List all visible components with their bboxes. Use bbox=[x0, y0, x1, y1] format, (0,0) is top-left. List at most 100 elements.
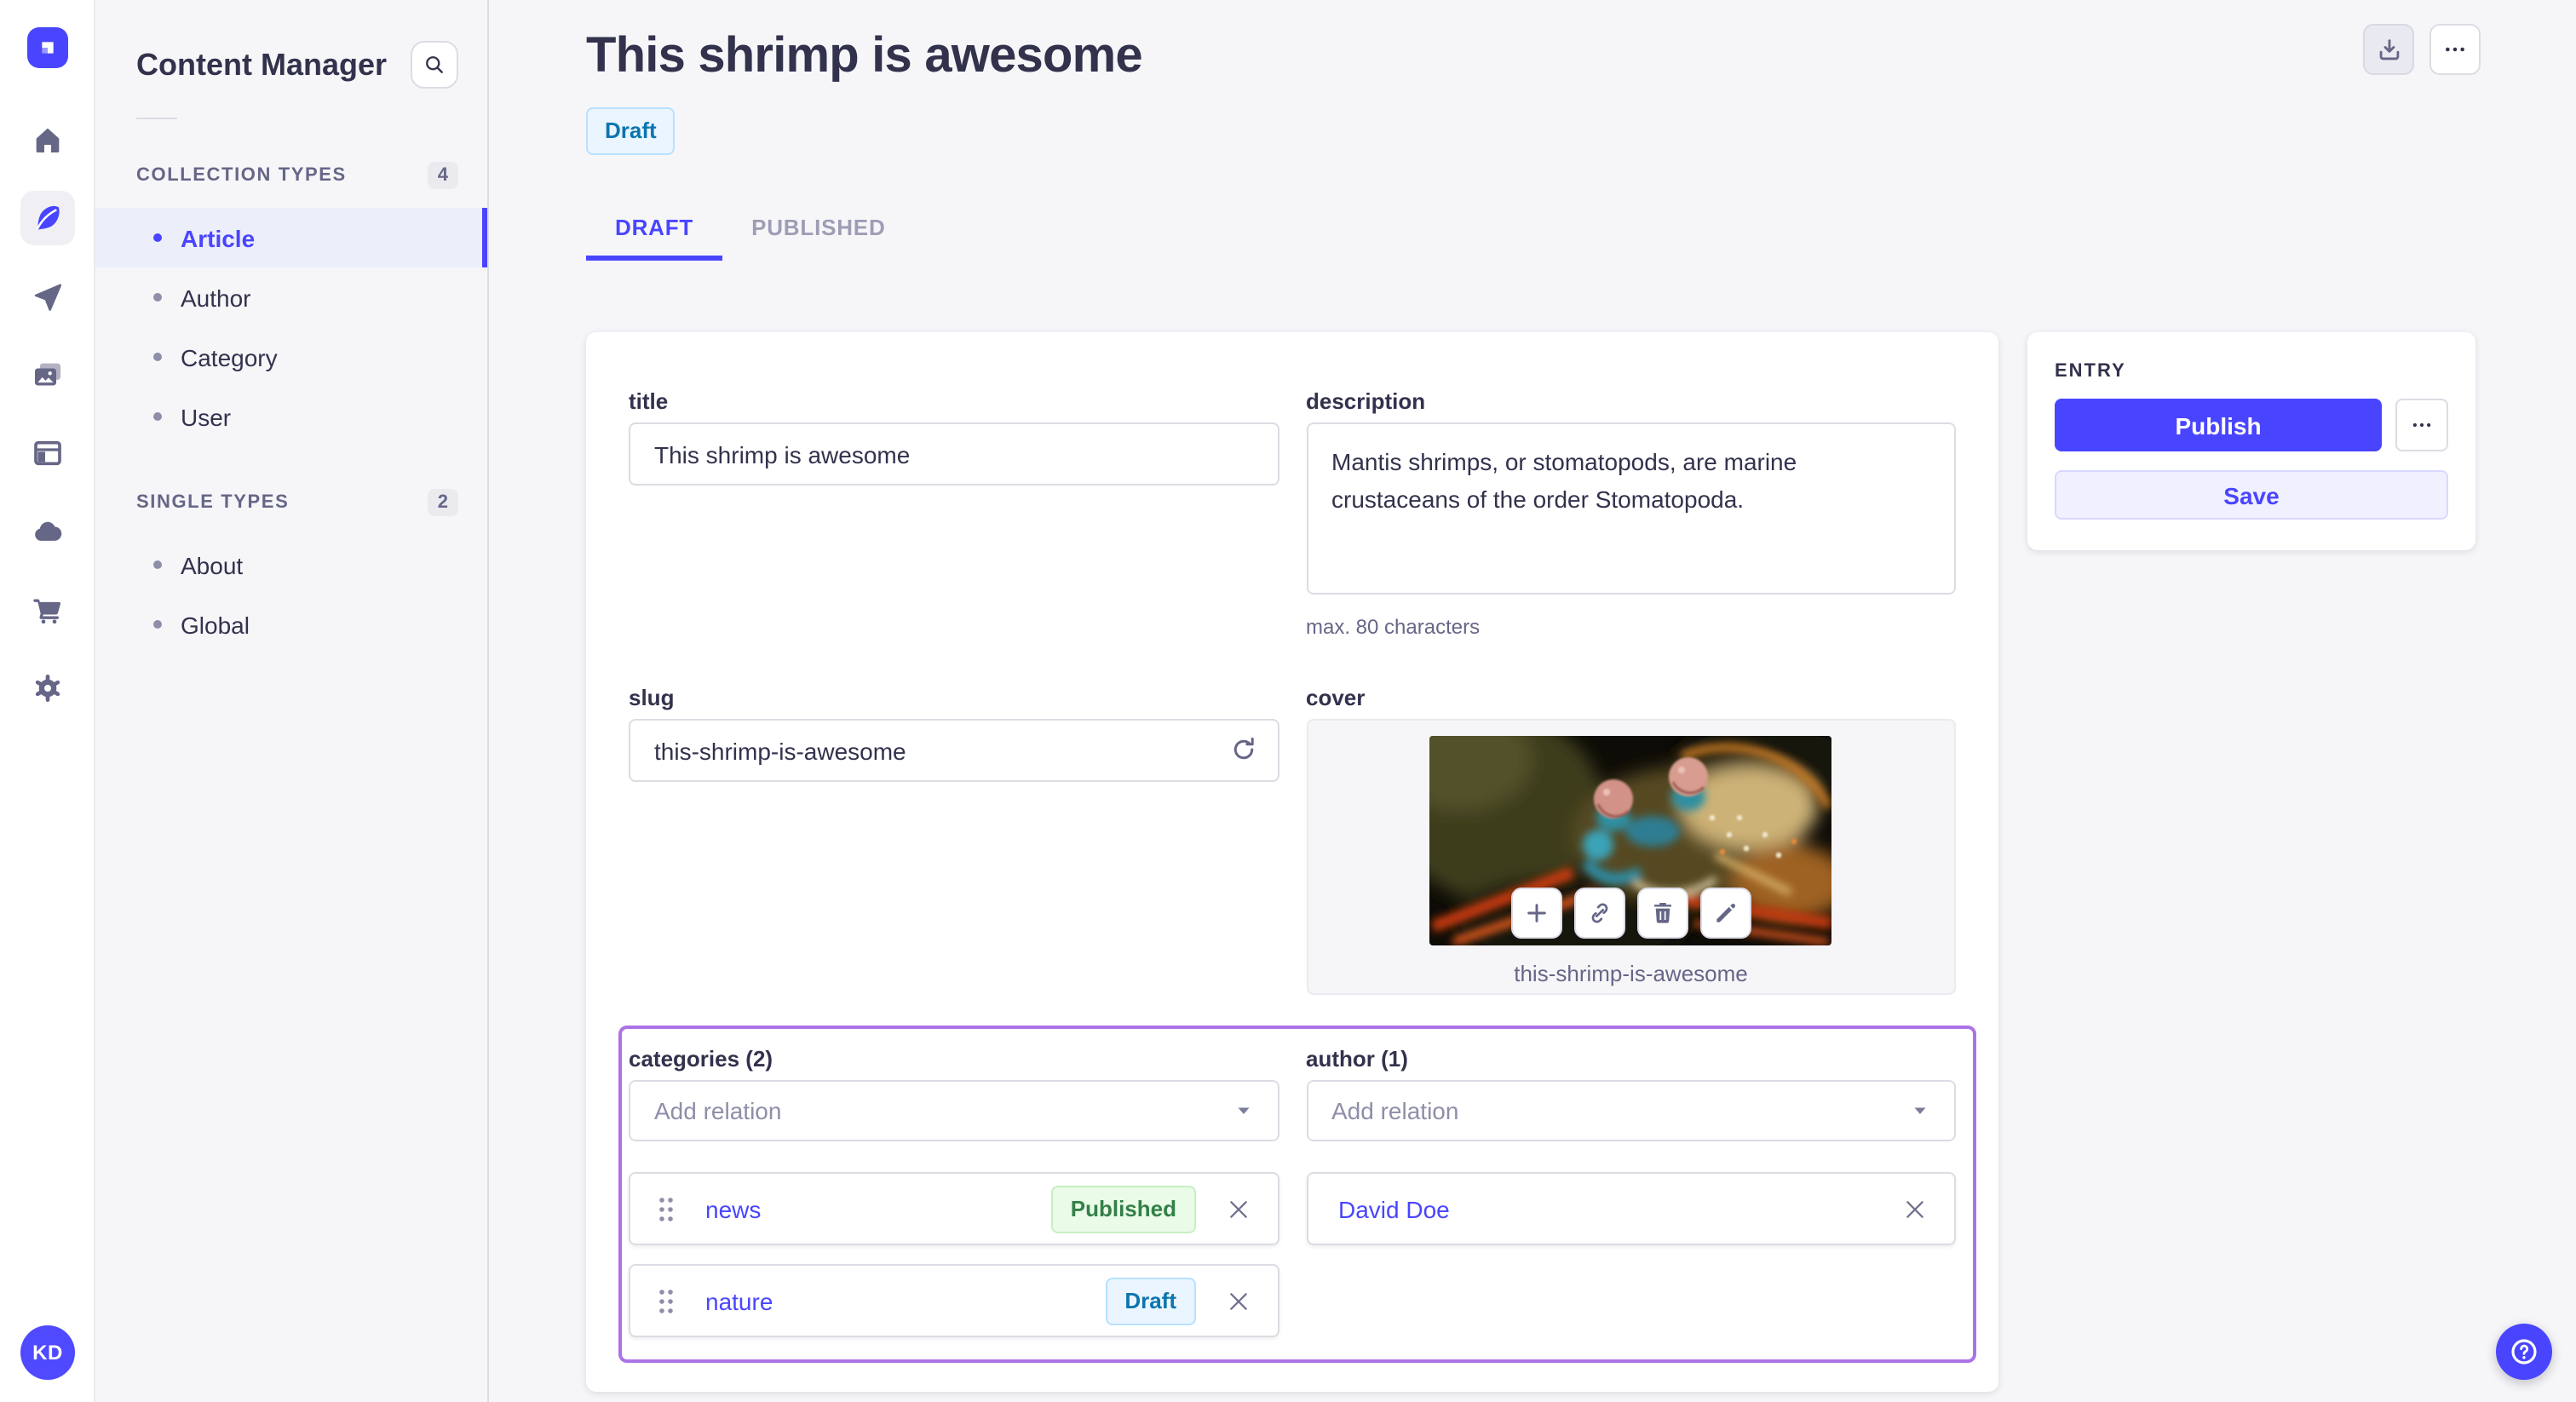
cover-field: cover this-shrimp-is-awesome bbox=[1306, 685, 1956, 996]
sidebar-item-user[interactable]: User bbox=[95, 387, 487, 446]
bullet-icon bbox=[153, 560, 162, 569]
entry-panel-title: ENTRY bbox=[2055, 361, 2126, 382]
relation-link[interactable]: nature bbox=[705, 1287, 773, 1314]
copy-link-button[interactable] bbox=[1573, 888, 1625, 939]
collection-types-count: 4 bbox=[427, 162, 458, 189]
cover-media-box: this-shrimp-is-awesome bbox=[1306, 719, 1956, 996]
categories-field: categories (2) Add relation news Publish… bbox=[629, 1046, 1279, 1338]
status-badge: Draft bbox=[586, 107, 676, 156]
main-content: This shrimp is awesome Draft DRAFT PUBLI… bbox=[489, 0, 2576, 1402]
content-manager-sidebar: Content Manager COLLECTION TYPES 4 Artic… bbox=[95, 0, 489, 1402]
categories-label: categories (2) bbox=[629, 1046, 773, 1072]
save-button[interactable]: Save bbox=[2055, 470, 2448, 520]
relation-link[interactable]: David Doe bbox=[1338, 1195, 1450, 1222]
more-icon bbox=[2446, 47, 2464, 52]
description-input[interactable]: Mantis shrimps, or stomatopods, are mari… bbox=[1306, 422, 1956, 595]
help-button[interactable] bbox=[2496, 1324, 2552, 1380]
bullet-icon bbox=[153, 412, 162, 421]
combobox-placeholder: Add relation bbox=[1331, 1097, 1459, 1125]
page-title: This shrimp is awesome bbox=[586, 29, 1143, 83]
relation-status-badge: Published bbox=[1051, 1185, 1195, 1233]
close-icon[interactable] bbox=[1224, 1287, 1251, 1314]
tab-published[interactable]: PUBLISHED bbox=[722, 199, 914, 261]
icon-rail: KD bbox=[0, 0, 95, 1402]
strapi-logo[interactable] bbox=[26, 27, 67, 68]
cloud-icon[interactable] bbox=[20, 504, 74, 559]
bullet-icon bbox=[153, 293, 162, 302]
send-icon[interactable] bbox=[20, 269, 74, 324]
author-relation-combobox[interactable]: Add relation bbox=[1306, 1080, 1956, 1142]
sidebar-divider bbox=[136, 118, 177, 119]
slug-label: slug bbox=[629, 685, 675, 711]
relation-row-david-doe: David Doe bbox=[1306, 1172, 1956, 1246]
avatar[interactable]: KD bbox=[20, 1325, 75, 1380]
relation-link[interactable]: news bbox=[705, 1195, 761, 1222]
entry-more-button[interactable] bbox=[2395, 399, 2448, 452]
tab-draft[interactable]: DRAFT bbox=[586, 199, 723, 261]
categories-relation-combobox[interactable]: Add relation bbox=[629, 1080, 1279, 1142]
slug-field: slug bbox=[629, 685, 1279, 995]
sidebar-item-global[interactable]: Global bbox=[95, 595, 487, 654]
slug-input[interactable] bbox=[629, 719, 1279, 783]
bullet-icon bbox=[153, 620, 162, 629]
add-media-button[interactable] bbox=[1510, 888, 1562, 939]
entry-panel: ENTRY Publish Save bbox=[2027, 332, 2475, 551]
bullet-icon bbox=[153, 233, 162, 242]
search-icon bbox=[426, 56, 443, 73]
refresh-icon[interactable] bbox=[1228, 734, 1258, 765]
feather-icon[interactable] bbox=[20, 191, 74, 245]
title-label: title bbox=[629, 388, 669, 415]
app-window: KD Content Manager COLLECTION TYPES 4 Ar… bbox=[0, 0, 2576, 1402]
section-label-collection-types: COLLECTION TYPES bbox=[136, 165, 347, 186]
section-label-single-types: SINGLE TYPES bbox=[136, 492, 290, 513]
bullet-icon bbox=[153, 353, 162, 361]
cart-icon[interactable] bbox=[20, 583, 74, 637]
edit-media-button[interactable] bbox=[1699, 888, 1751, 939]
sidebar-item-label: Article bbox=[181, 224, 256, 251]
sidebar-item-category[interactable]: Category bbox=[95, 327, 487, 387]
download-button[interactable] bbox=[2363, 24, 2414, 75]
sidebar-item-label: Category bbox=[181, 343, 278, 371]
description-hint: max. 80 characters bbox=[1306, 615, 1481, 640]
close-icon[interactable] bbox=[1224, 1195, 1251, 1222]
chevron-down-icon bbox=[1914, 1107, 1926, 1115]
sidebar-item-author[interactable]: Author bbox=[95, 267, 487, 327]
cover-label: cover bbox=[1306, 685, 1366, 711]
sidebar-title: Content Manager bbox=[136, 47, 388, 81]
trash-icon bbox=[1653, 903, 1671, 923]
layout-icon[interactable] bbox=[20, 426, 74, 480]
sidebar-item-label: Author bbox=[181, 284, 251, 311]
question-icon bbox=[2511, 1339, 2537, 1365]
sidebar-item-about[interactable]: About bbox=[95, 535, 487, 595]
drag-handle-icon[interactable] bbox=[656, 1195, 676, 1222]
search-button[interactable] bbox=[411, 41, 458, 89]
sidebar-item-article[interactable]: Article bbox=[95, 208, 487, 267]
sidebar-item-label: About bbox=[181, 551, 244, 578]
gear-icon[interactable] bbox=[20, 661, 74, 715]
author-field: author (1) Add relation David Doe bbox=[1306, 1046, 1956, 1337]
link-icon bbox=[1591, 903, 1607, 923]
author-label: author (1) bbox=[1306, 1046, 1408, 1072]
single-types-count: 2 bbox=[427, 489, 458, 516]
combobox-placeholder: Add relation bbox=[654, 1097, 782, 1125]
relations-highlight-zone: categories (2) Add relation news Publish… bbox=[618, 1026, 1976, 1364]
cover-caption: this-shrimp-is-awesome bbox=[1514, 961, 1748, 987]
title-input[interactable] bbox=[629, 422, 1279, 486]
chevron-down-icon bbox=[1237, 1107, 1249, 1115]
media-icon[interactable] bbox=[20, 348, 74, 402]
home-icon[interactable] bbox=[20, 112, 74, 167]
more-icon bbox=[2412, 423, 2431, 428]
plus-icon bbox=[1527, 904, 1546, 923]
version-tabs: DRAFT PUBLISHED bbox=[586, 199, 2481, 261]
publish-button[interactable]: Publish bbox=[2055, 399, 2382, 452]
entry-form-card: title description Mantis shrimps, or sto… bbox=[586, 332, 1998, 1393]
delete-media-button[interactable] bbox=[1636, 888, 1688, 939]
relation-status-badge: Draft bbox=[1106, 1277, 1195, 1325]
relation-row-nature: nature Draft bbox=[629, 1264, 1279, 1338]
close-icon[interactable] bbox=[1901, 1195, 1929, 1222]
download-icon bbox=[2378, 38, 2399, 60]
sidebar-item-label: User bbox=[181, 403, 232, 430]
drag-handle-icon[interactable] bbox=[656, 1287, 676, 1314]
sidebar-item-label: Global bbox=[181, 611, 250, 638]
more-options-button[interactable] bbox=[2429, 24, 2481, 75]
